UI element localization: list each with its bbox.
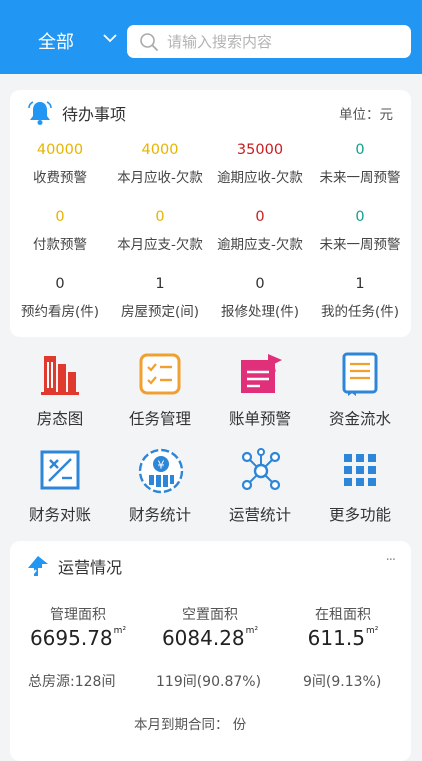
expiring-contracts: 本月到期合同： 份 <box>134 717 247 733</box>
shortcut-label: 更多功能 <box>328 506 391 524</box>
stat-label[interactable]: 付款预警 <box>10 233 110 253</box>
trend-arrow-icon <box>28 556 48 577</box>
shortcut-label: 任务管理 <box>128 410 191 428</box>
search-icon <box>140 33 158 51</box>
shortcut-label: 账单预警 <box>228 410 291 428</box>
shortcut-room-status[interactable]: 房态图 <box>10 352 110 442</box>
scope-selector[interactable]: 全部 <box>38 28 74 54</box>
metric-value: 611.5m² <box>307 626 379 650</box>
stat-value[interactable]: 1 <box>110 276 210 292</box>
unit-label: 单位：元 <box>339 107 393 123</box>
chevron-down-icon[interactable] <box>102 32 118 44</box>
shortcut-reconcile[interactable]: 财务对账 <box>10 448 110 538</box>
stat-value[interactable]: 0 <box>310 209 410 225</box>
ledger-icon <box>342 352 378 396</box>
shortcut-label: 房态图 <box>36 410 84 428</box>
stat-label[interactable]: 预约看房(件) <box>10 300 110 320</box>
stat-value[interactable]: 4000 <box>110 142 210 158</box>
todo-card: 待办事项 单位：元 40000 收费预警 4000 本月应收-欠款 35000 … <box>10 90 411 337</box>
metric-value: 6084.28m² <box>161 626 259 650</box>
stat-label[interactable]: 未来一周预警 <box>310 166 410 186</box>
operations-title: 运营情况 <box>58 558 123 577</box>
search-box[interactable] <box>127 25 411 58</box>
stat-label[interactable]: 报修处理(件) <box>210 300 310 320</box>
stat-label[interactable]: 收费预警 <box>10 166 110 186</box>
metric-label: 在租面积 <box>315 607 371 623</box>
top-bar: 全部 <box>0 0 422 74</box>
bell-icon <box>28 101 52 125</box>
stat-label[interactable]: 逾期应收-欠款 <box>210 166 310 186</box>
shortcut-bill-alert[interactable]: 账单预警 <box>210 352 310 442</box>
shortcut-label: 资金流水 <box>328 410 391 428</box>
stat-label[interactable]: 我的任务(件) <box>310 300 410 320</box>
stat-value[interactable]: 1 <box>310 276 410 292</box>
stat-label[interactable]: 未来一周预警 <box>310 233 410 253</box>
shortcut-ops-stats[interactable]: 运营统计 <box>210 448 310 538</box>
stat-value[interactable]: 0 <box>210 276 310 292</box>
shortcut-finance-stats[interactable]: ¥ 财务统计 <box>110 448 210 538</box>
shortcut-label: 财务对账 <box>28 506 91 524</box>
shortcut-label: 运营统计 <box>228 506 291 524</box>
svg-text:¥: ¥ <box>158 459 165 472</box>
stat-label[interactable]: 本月应收-欠款 <box>110 166 210 186</box>
bill-alert-icon <box>241 354 282 393</box>
rented-rooms: 9间(9.13%) <box>303 674 382 690</box>
reconcile-icon <box>40 450 80 490</box>
shortcut-label: 财务统计 <box>128 506 191 524</box>
task-list-icon <box>139 353 181 395</box>
operations-card: 运营情况 ··· 管理面积 6695.78m² 空置面积 6084.28m² 在… <box>10 541 411 761</box>
stat-value[interactable]: 0 <box>10 276 110 292</box>
network-icon <box>241 448 281 491</box>
building-icon <box>41 356 79 395</box>
metric-value: 6695.78m² <box>29 626 127 650</box>
finance-stats-icon: ¥ <box>138 448 184 494</box>
grid-icon <box>344 454 376 486</box>
shortcut-more[interactable]: 更多功能 <box>310 448 410 538</box>
stat-value[interactable]: 0 <box>310 142 410 158</box>
stat-value[interactable]: 0 <box>10 209 110 225</box>
metric-label: 管理面积 <box>50 607 106 623</box>
stat-value[interactable]: 35000 <box>210 142 310 158</box>
stat-value[interactable]: 40000 <box>10 142 110 158</box>
stat-label[interactable]: 房屋预定(间) <box>110 300 210 320</box>
vacant-rooms: 119间(90.87%) <box>156 674 262 690</box>
more-options-icon[interactable]: ··· <box>386 553 396 568</box>
metric-label: 空置面积 <box>182 607 238 623</box>
stat-value[interactable]: 0 <box>210 209 310 225</box>
stat-label[interactable]: 本月应支-欠款 <box>110 233 210 253</box>
search-input[interactable] <box>167 25 397 58</box>
stat-value[interactable]: 0 <box>110 209 210 225</box>
stat-label[interactable]: 逾期应支-欠款 <box>210 233 310 253</box>
total-rooms: 总房源:128间 <box>28 674 116 690</box>
todo-title: 待办事项 <box>62 105 127 124</box>
shortcut-cash-flow[interactable]: 资金流水 <box>310 352 410 442</box>
shortcut-task-management[interactable]: 任务管理 <box>110 352 210 442</box>
